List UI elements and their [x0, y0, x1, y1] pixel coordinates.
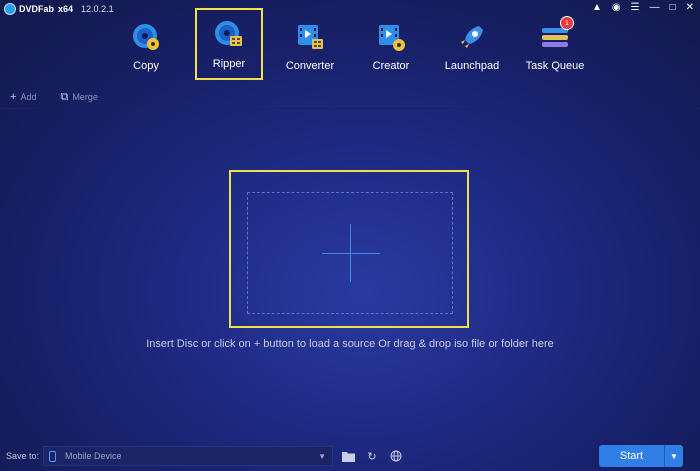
save-to-select[interactable]: Mobile Device ▼: [43, 446, 333, 466]
save-to-value: Mobile Device: [65, 451, 122, 461]
refresh-icon[interactable]: ↻: [365, 449, 379, 463]
chevron-down-icon[interactable]: ▼: [318, 452, 326, 461]
film-converter-icon: [295, 22, 325, 52]
rocket-icon: [457, 22, 487, 52]
tool-label: Ripper: [212, 58, 246, 70]
add-label: Add: [20, 92, 37, 102]
bottom-bar: Save to: Mobile Device ▼ ↻ Start ▼: [0, 441, 700, 471]
tool-label: Task Queue: [525, 60, 585, 72]
save-to-label: Save to:: [6, 451, 40, 461]
tool-copy[interactable]: Copy: [112, 8, 180, 80]
tool-creator[interactable]: Creator: [357, 8, 425, 80]
task-count-badge: 1: [560, 16, 574, 30]
globe-icon[interactable]: [389, 449, 403, 463]
plus-icon: +: [10, 91, 17, 103]
tool-label: Launchpad: [444, 60, 500, 72]
tool-converter[interactable]: Converter: [276, 8, 344, 80]
merge-button[interactable]: ⧉ Merge: [60, 91, 97, 104]
add-button[interactable]: + Add: [10, 91, 36, 103]
drop-hint-text: Insert Disc or click on + button to load…: [146, 338, 554, 350]
tool-label: Converter: [285, 60, 335, 72]
tool-label: Creator: [372, 60, 410, 72]
divider: [0, 108, 700, 109]
film-creator-icon: [376, 22, 406, 52]
disc-copy-icon: [131, 22, 161, 52]
tool-ripper[interactable]: Ripper: [195, 8, 263, 80]
tool-task-queue[interactable]: 1 Task Queue: [521, 8, 589, 80]
add-source-plus-icon-horizontal[interactable]: [322, 253, 380, 254]
mobile-device-icon: [49, 450, 56, 462]
merge-label: Merge: [72, 92, 98, 102]
stack-icon: 1: [540, 16, 574, 52]
tool-launchpad[interactable]: Launchpad: [438, 8, 506, 80]
merge-icon: ⧉: [60, 90, 69, 103]
start-options-chevron-icon[interactable]: ▼: [664, 445, 683, 467]
action-bar: + Add ⧉ Merge: [0, 86, 700, 108]
module-toolbar: Copy Ripper Converter Creator Launchpad …: [0, 0, 700, 84]
disc-ripper-icon: [214, 20, 244, 50]
start-button[interactable]: Start ▼: [599, 445, 683, 467]
start-label: Start: [619, 450, 644, 462]
tool-label: Copy: [133, 60, 159, 72]
folder-icon[interactable]: [341, 449, 355, 463]
